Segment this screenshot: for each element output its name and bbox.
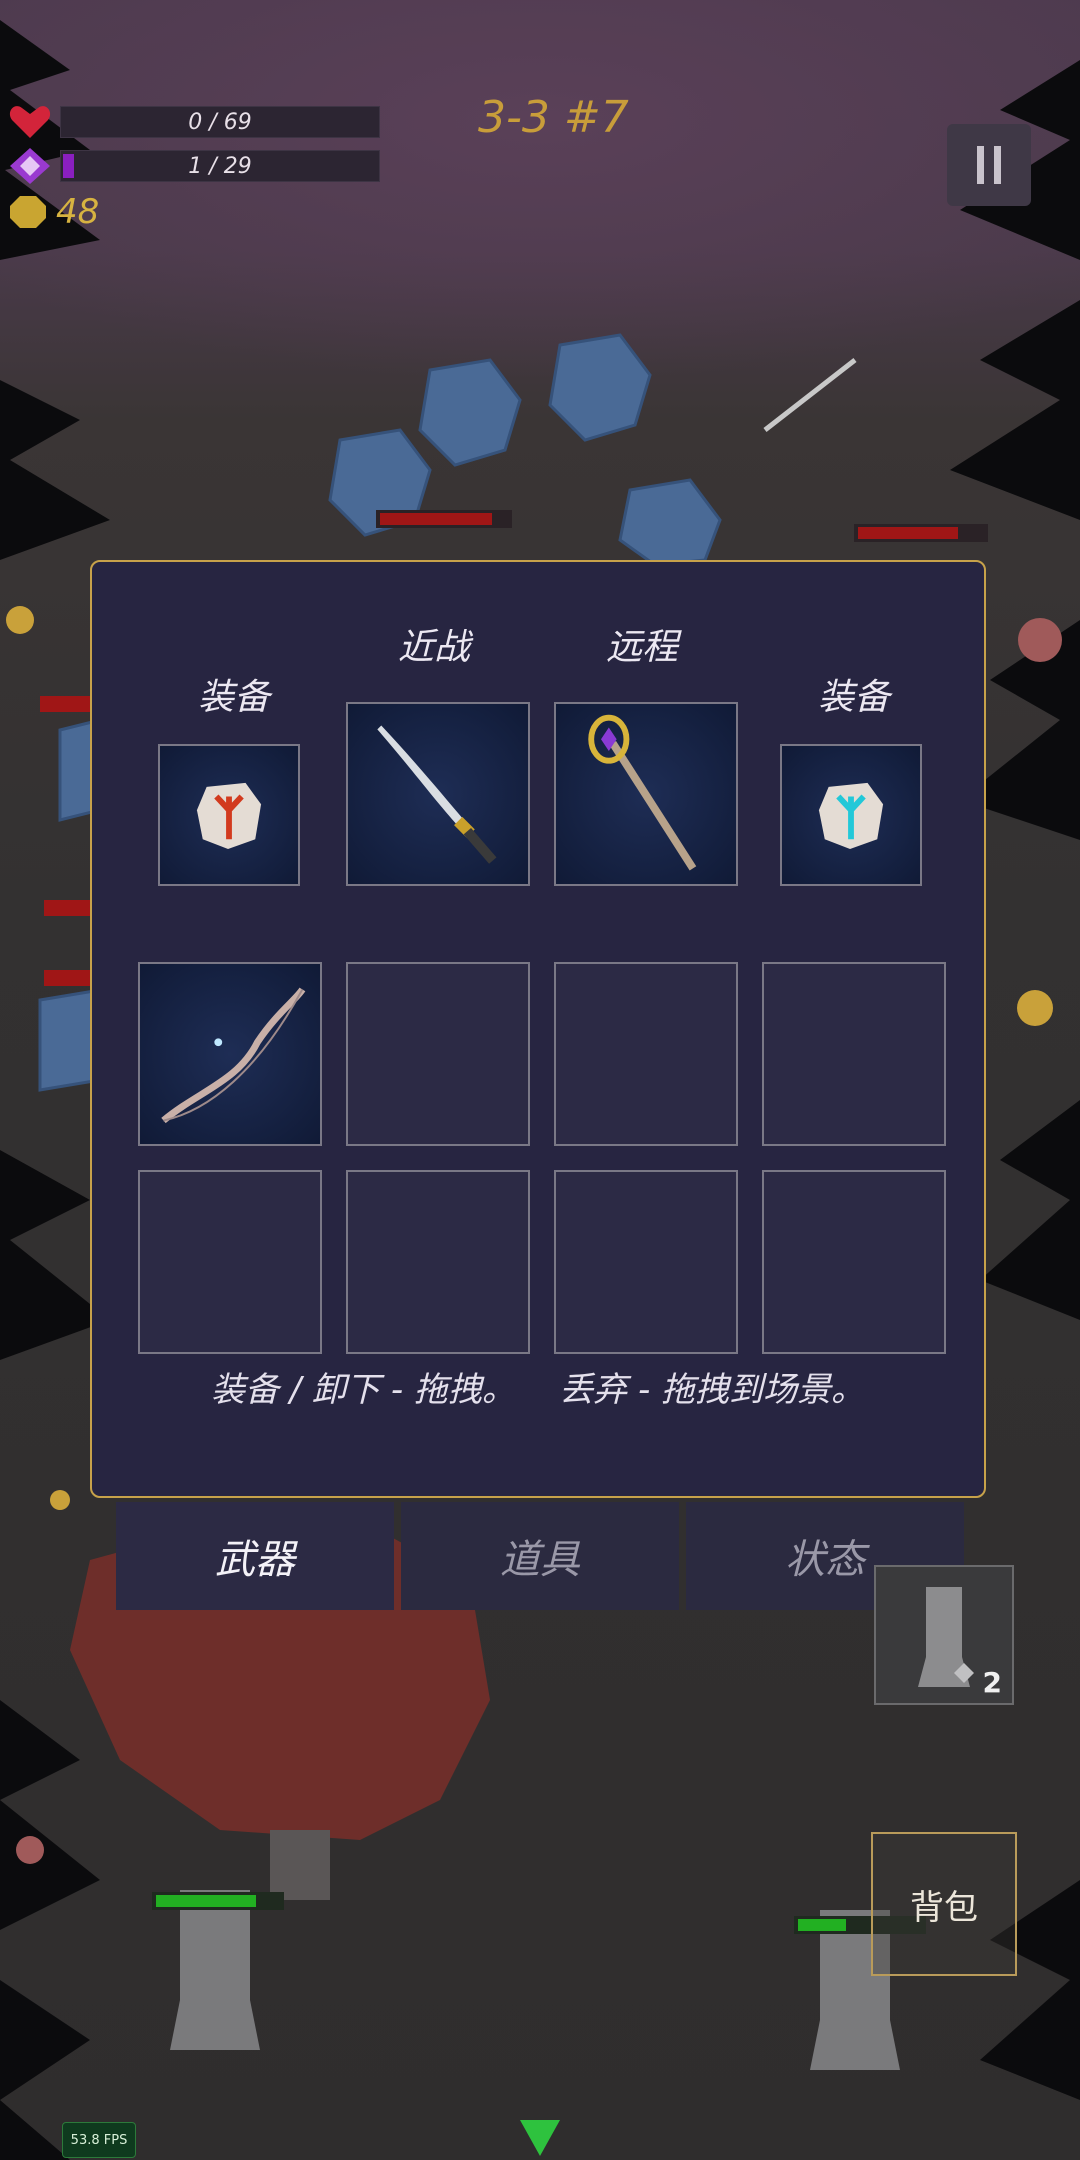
staff-icon <box>588 714 697 871</box>
tab-items[interactable]: 道具 <box>401 1502 679 1610</box>
inventory-slot-3[interactable] <box>554 962 738 1146</box>
inventory-slot-2[interactable] <box>346 962 530 1146</box>
gold-row: 48 <box>8 192 99 232</box>
level-indicator: 3-3 #7 <box>478 92 629 143</box>
katana-icon <box>377 725 497 864</box>
bow-icon <box>161 987 306 1124</box>
health-bar: 0 / 69 <box>60 106 380 138</box>
equip-slot-left[interactable] <box>158 744 300 886</box>
inventory-slot-4[interactable] <box>762 962 946 1146</box>
backpack-button[interactable]: 背包 <box>871 1832 1017 1976</box>
pause-icon-bar <box>994 146 1001 184</box>
mana-text: 1 / 29 <box>188 153 252 179</box>
inventory-slot-5[interactable] <box>138 1170 322 1354</box>
inventory-slot-6[interactable] <box>346 1170 530 1354</box>
ranged-slot[interactable] <box>554 702 738 886</box>
inventory-panel: 装备 近战 远程 装备 装备 / 卸下 - 拖拽。 丢弃 - 拖拽到场景。 <box>90 560 986 1498</box>
inventory-slot-8[interactable] <box>762 1170 946 1354</box>
rune-red-icon <box>196 782 262 850</box>
rune-cyan-icon <box>818 782 884 850</box>
melee-header: 近战 <box>398 627 471 668</box>
equip-slot-right[interactable] <box>780 744 922 886</box>
coin-icon <box>10 196 46 228</box>
ranged-header: 远程 <box>606 627 679 668</box>
fps-counter: 53.8 FPS <box>62 2122 136 2158</box>
pause-icon <box>977 146 984 184</box>
quick-item-count: 2 <box>982 1666 1002 1699</box>
arrow-down-icon[interactable] <box>518 2118 562 2158</box>
equip-left-header: 装备 <box>198 677 271 718</box>
gold-value: 48 <box>56 192 100 232</box>
mana-row: 1 / 29 <box>8 148 380 184</box>
melee-slot[interactable] <box>346 702 530 886</box>
mana-bar: 1 / 29 <box>60 150 380 182</box>
heart-icon <box>9 106 51 138</box>
tab-weapons[interactable]: 武器 <box>116 1502 394 1610</box>
quick-item-slot[interactable]: 2 <box>874 1565 1014 1705</box>
health-row: 0 / 69 <box>8 104 380 140</box>
drag-hint: 装备 / 卸下 - 拖拽。 丢弃 - 拖拽到场景。 <box>210 1370 866 1410</box>
equip-right-header: 装备 <box>818 677 891 718</box>
inventory-slot-7[interactable] <box>554 1170 738 1354</box>
diamond-icon <box>10 148 50 184</box>
health-text: 0 / 69 <box>188 109 252 135</box>
inventory-slot-1[interactable] <box>138 962 322 1146</box>
pause-button[interactable] <box>947 124 1031 206</box>
